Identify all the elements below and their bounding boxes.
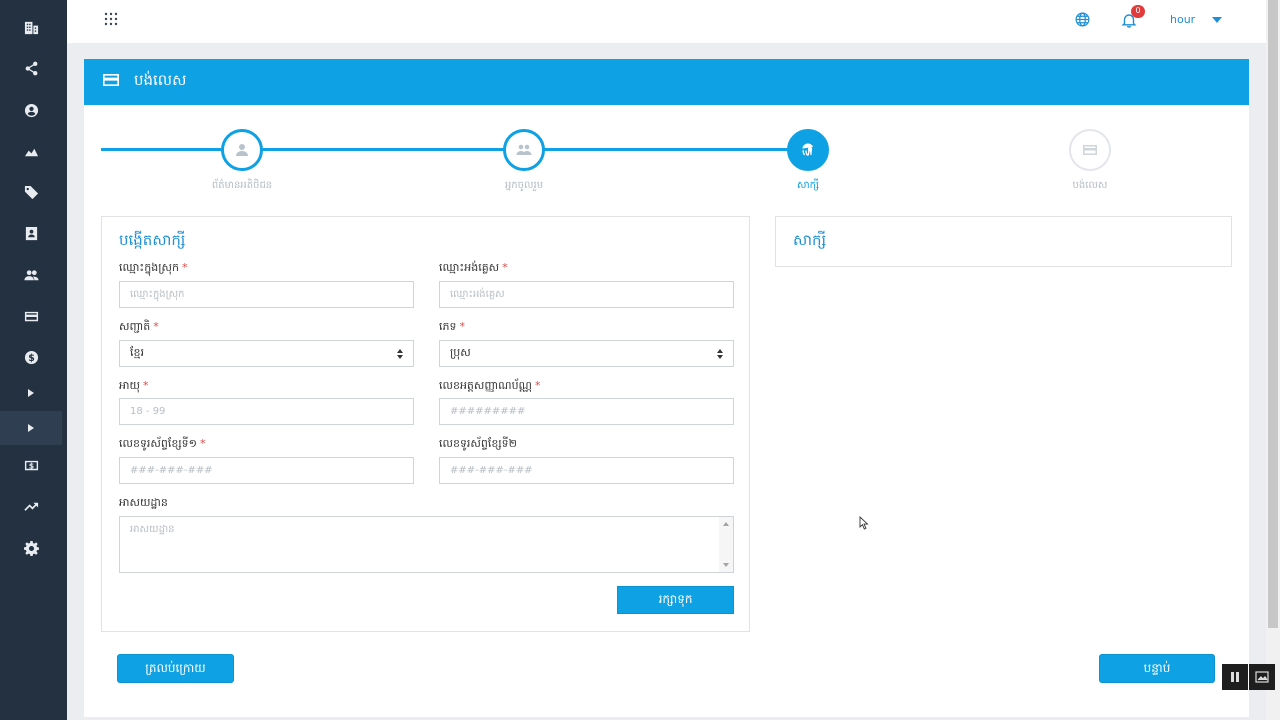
gear-icon: [23, 540, 39, 556]
caret-right-icon: [28, 424, 34, 432]
page-scrollbar-thumb[interactable]: [1268, 0, 1278, 628]
address-textarea[interactable]: អាសយដ្ឋាន: [119, 516, 734, 573]
picture-icon: [1255, 671, 1269, 683]
sidebar-item-building[interactable]: [0, 10, 62, 44]
form-title: បង្កើតសាក្សី: [119, 231, 186, 249]
phone2-input[interactable]: ###-###-###: [439, 457, 734, 484]
credit-card-icon: [103, 74, 119, 86]
select-arrows-icon: [717, 349, 723, 359]
tag-icon: [24, 185, 38, 199]
users-icon: [23, 269, 39, 280]
khmer-name-input[interactable]: ឈ្មោះក្នុងស្រុក: [119, 281, 414, 308]
caret-right-icon: [28, 389, 34, 397]
contact-book-icon: [25, 226, 37, 240]
top-bar: 0 hour: [67, 0, 1266, 43]
apps-grid-icon[interactable]: [104, 12, 118, 26]
id-card-input[interactable]: #########: [439, 398, 734, 425]
notification-count-badge: 0: [1131, 5, 1145, 18]
witness-list-card: សាក្សី: [775, 216, 1232, 267]
gender-label: ភេទ *: [439, 320, 465, 333]
sidebar-item-expand-active[interactable]: [0, 411, 62, 445]
next-button[interactable]: បន្ទាប់: [1099, 654, 1215, 683]
globe-icon[interactable]: [1075, 12, 1090, 27]
sidebar-item-reports[interactable]: [0, 489, 62, 523]
mouse-cursor-icon: [859, 516, 869, 530]
sidebar-item-finance[interactable]: $: [0, 340, 62, 374]
sidebar-item-users[interactable]: [0, 258, 62, 292]
step-customer-info[interactable]: [221, 129, 263, 171]
credit-card-icon: [24, 311, 38, 321]
age-label: អាយុ *: [119, 379, 149, 392]
nationality-select[interactable]: ខ្មែរ: [119, 340, 414, 367]
user-name[interactable]: hour: [1170, 13, 1195, 26]
khmer-name-label: ឈ្មោះក្នុងស្រុក *: [119, 261, 188, 274]
sidebar-item-tag[interactable]: [0, 175, 62, 209]
address-placeholder: អាសយដ្ឋាន: [130, 524, 175, 535]
gender-value: ប្រុស: [450, 345, 471, 359]
pause-button[interactable]: [1222, 664, 1248, 690]
area-chart-icon: [24, 148, 38, 156]
dollar-circle-icon: $: [24, 350, 38, 364]
sidebar-item-payment[interactable]: [0, 299, 62, 333]
sidebar-item-chart[interactable]: [0, 134, 62, 168]
pause-icon: [1231, 672, 1239, 682]
gender-select[interactable]: ប្រុស: [439, 340, 734, 367]
panel-header: បង់លេស: [84, 59, 1249, 105]
save-button[interactable]: រក្សាទុក: [617, 586, 734, 614]
picture-in-picture-button[interactable]: [1249, 664, 1275, 690]
trending-up-icon: [23, 502, 38, 511]
english-name-input[interactable]: ឈ្មោះអង់គ្លេស: [439, 281, 734, 308]
nationality-value: ខ្មែរ: [130, 345, 144, 359]
sidebar-item-profile[interactable]: [0, 93, 62, 127]
create-witness-form: បង្កើតសាក្សី ឈ្មោះក្នុងស្រុក * ឈ្មោះក្នុង…: [101, 216, 750, 632]
phone2-label: លេខទូរស័ព្ទខ្សែទី២: [439, 437, 517, 450]
panel-title: បង់លេស: [134, 71, 187, 89]
stepper-progress-line: [101, 148, 791, 151]
building-icon: [24, 21, 38, 34]
fingerprint-icon: [802, 143, 814, 156]
address-label: អាសយដ្ឋាន: [119, 496, 168, 509]
share-icon: [25, 61, 37, 75]
phone1-input[interactable]: ###-###-###: [119, 457, 414, 484]
textarea-scrollbar[interactable]: [719, 517, 733, 572]
sidebar-item-settings[interactable]: [0, 531, 62, 565]
sidebar: $ $: [0, 0, 67, 720]
step-label-active: សាក្សី: [796, 180, 820, 191]
user-circle-icon: [24, 103, 38, 117]
step-payment[interactable]: [1069, 129, 1111, 171]
user-icon: [236, 144, 248, 156]
sidebar-item-expand[interactable]: [0, 376, 62, 410]
nationality-label: សញ្ជាតិ *: [119, 320, 159, 333]
select-arrows-icon: [397, 349, 403, 359]
credit-card-icon: [1083, 145, 1097, 155]
age-input[interactable]: 18 - 99: [119, 398, 414, 425]
svg-text:$: $: [28, 461, 33, 470]
sidebar-item-money[interactable]: $: [0, 448, 62, 482]
witness-card-title: សាក្សី: [793, 231, 827, 249]
step-label: បង់លេស: [1072, 180, 1108, 191]
phone1-label: លេខទូរស័ព្ទខ្សែទី១ *: [119, 437, 206, 450]
money-icon: $: [24, 460, 38, 470]
step-label: អ្នកចូលរួម: [504, 180, 544, 191]
sidebar-item-share[interactable]: [0, 51, 62, 85]
step-witness[interactable]: [787, 129, 829, 171]
notifications-button[interactable]: 0: [1121, 5, 1145, 28]
english-name-label: ឈ្មោះអង់គ្លេស *: [439, 261, 508, 274]
payment-panel: បង់លេស ព័ត៌មានអតិថិជន អ្នកចូលរួម សាក្សី …: [84, 59, 1249, 717]
back-button[interactable]: ត្រលប់ក្រោយ: [117, 654, 234, 683]
step-participants[interactable]: [503, 129, 545, 171]
step-label: ព័ត៌មានអតិថិជន: [211, 180, 273, 191]
sidebar-item-contacts[interactable]: [0, 216, 62, 250]
svg-text:$: $: [28, 352, 35, 363]
group-icon: [516, 144, 532, 155]
user-menu-caret-icon[interactable]: [1212, 17, 1222, 23]
id-card-label: លេខអត្តសញ្ញាណប័ណ្ណ *: [439, 379, 541, 392]
